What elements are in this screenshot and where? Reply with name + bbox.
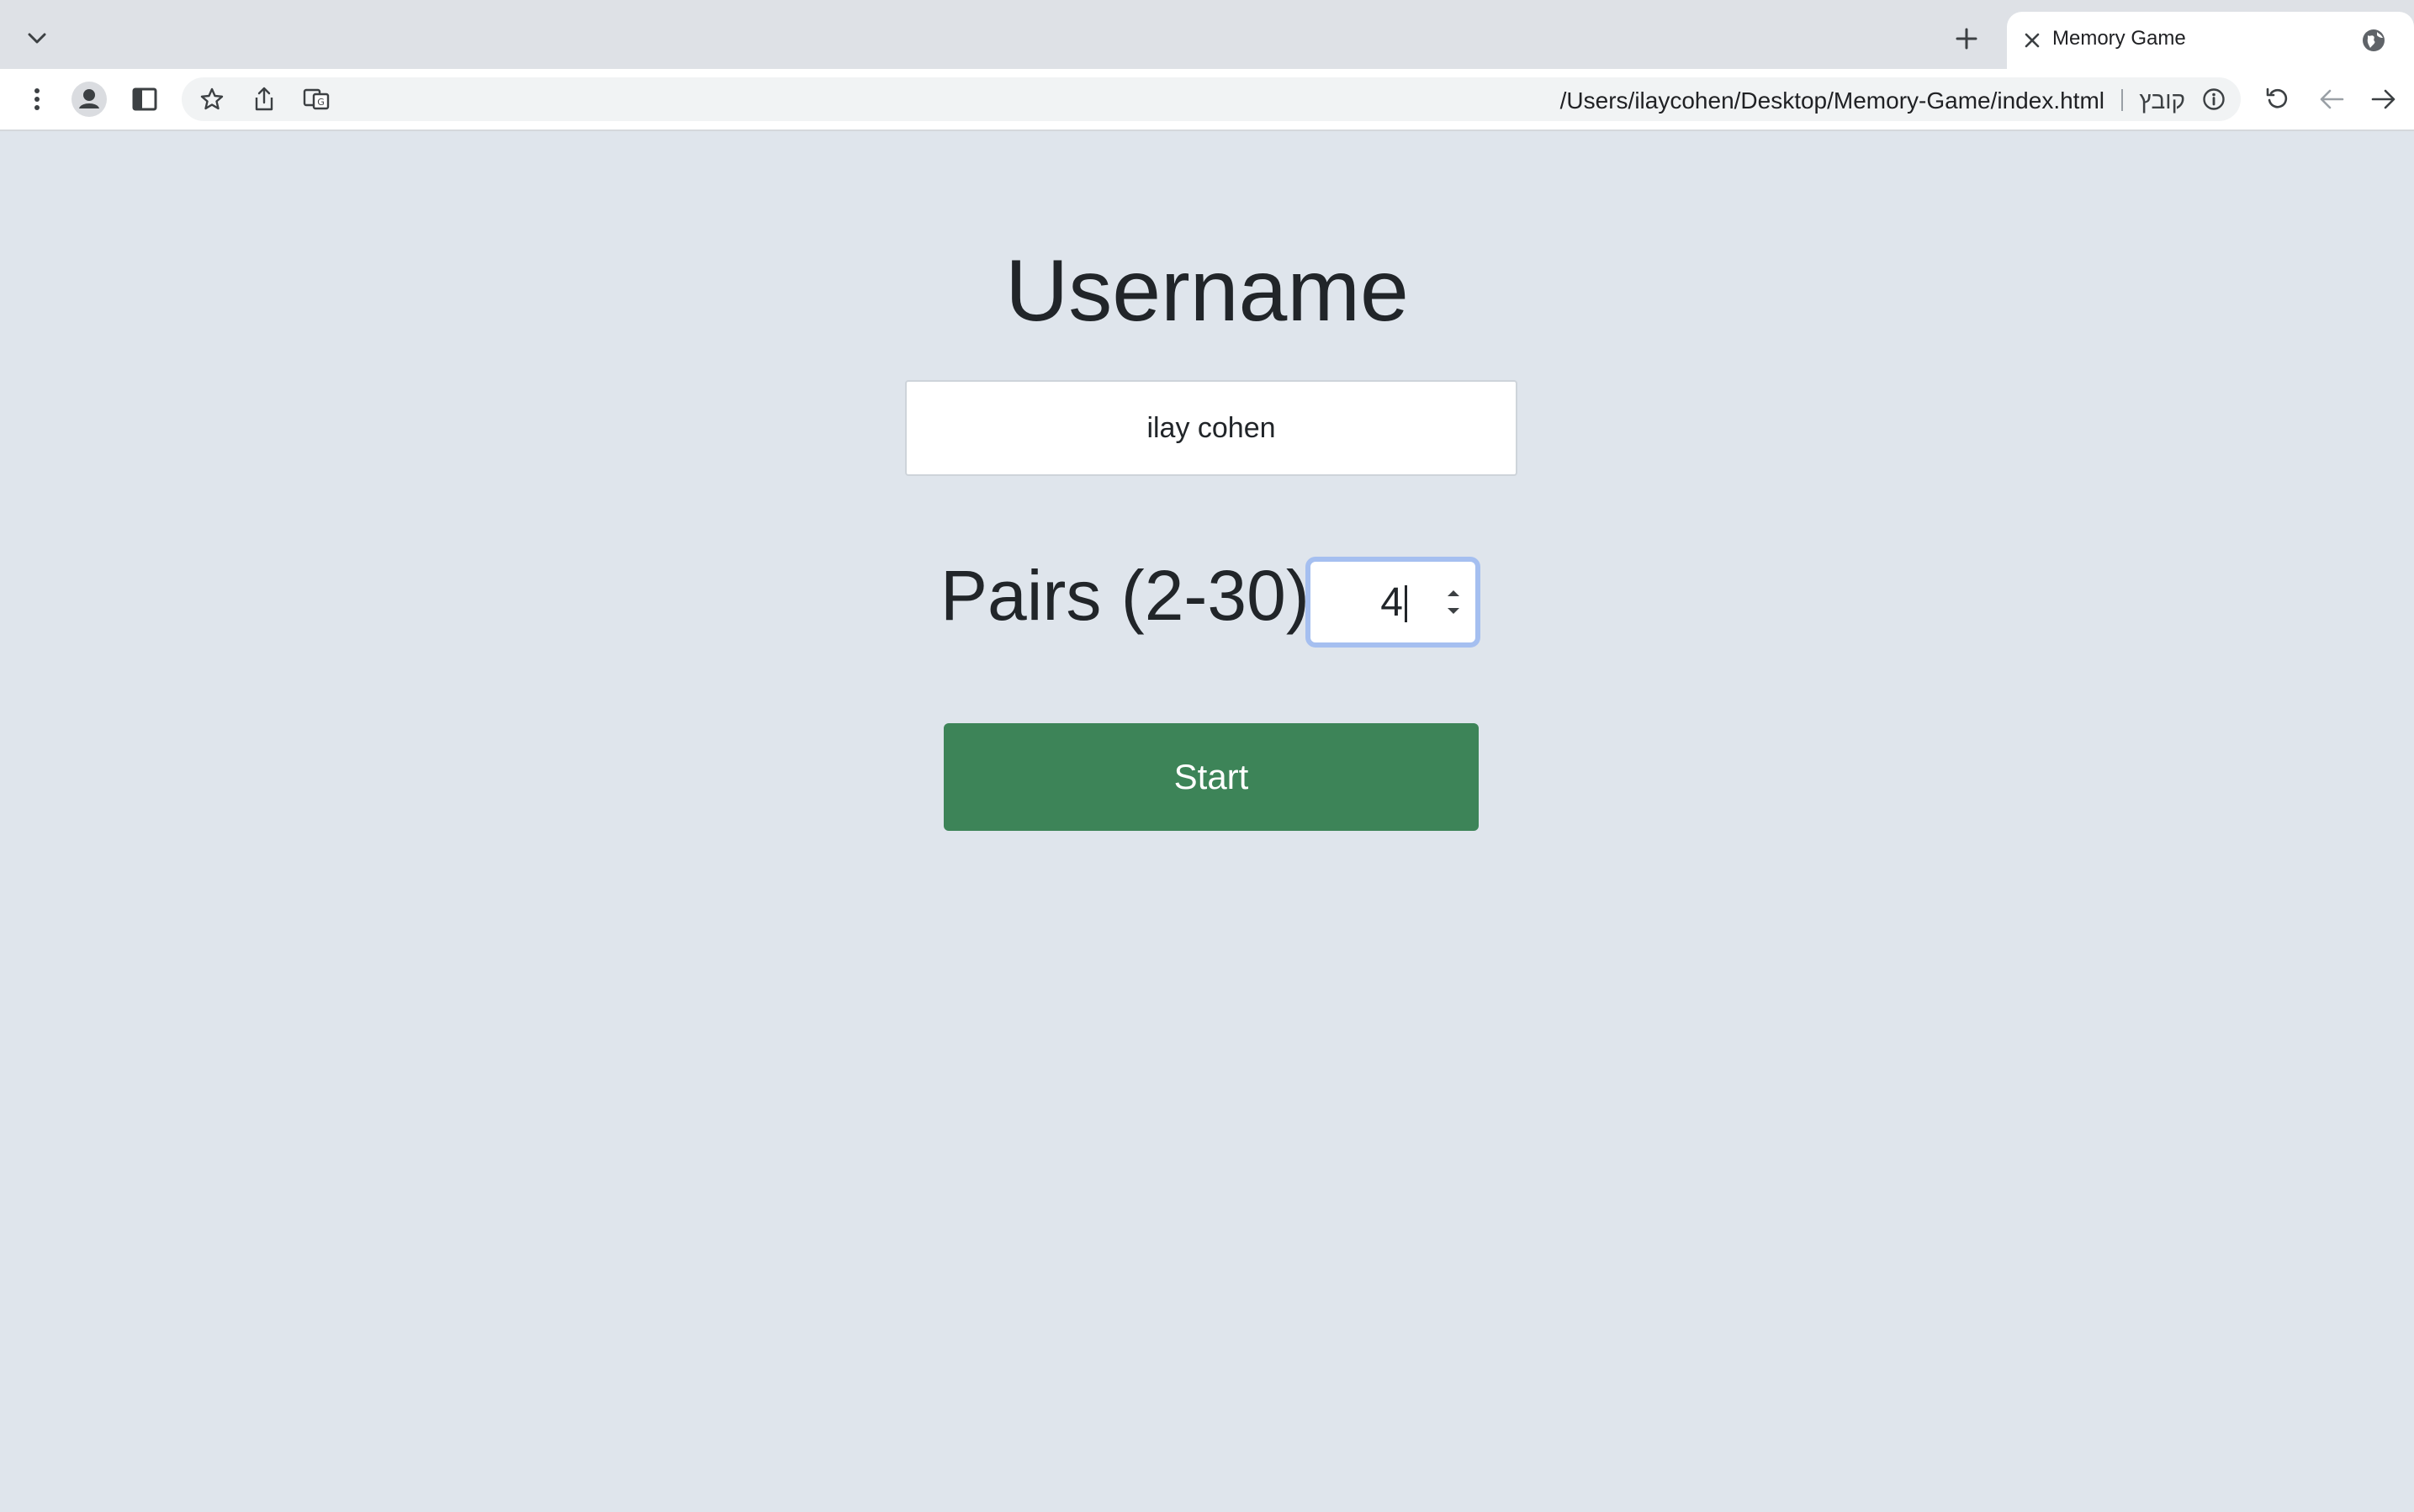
globe-favicon-icon [2360,27,2387,54]
tab-search-chevron-icon[interactable] [19,20,56,57]
pairs-label: Pairs (2-30): [940,556,1330,635]
tab-strip: Memory Game [0,0,2414,69]
share-icon[interactable] [246,81,283,118]
page-content: Username Pairs (2-30): Start [0,131,2414,1512]
side-panel-icon[interactable] [126,81,163,118]
bookmark-star-icon[interactable] [193,81,230,118]
spin-up-arrow-icon[interactable] [1443,584,1464,602]
svg-text:G: G [317,97,325,108]
more-vertical-icon[interactable] [19,81,56,118]
profile-avatar-icon[interactable] [71,81,108,118]
tab-close-icon[interactable] [2020,29,2044,52]
text-caret [1405,585,1407,622]
url-divider [2121,89,2123,111]
translate-icon[interactable]: G [298,81,335,118]
tab-title: Memory Game [2052,27,2186,50]
spin-down-arrow-icon[interactable] [1443,602,1464,621]
forward-arrow-icon[interactable] [2365,81,2402,118]
pairs-input[interactable] [1310,562,1403,642]
omnibox[interactable]: G /Users/ilaycohen/Desktop/Memory-Game/i… [182,77,2241,121]
site-info-icon[interactable] [2200,86,2227,113]
username-input[interactable] [905,380,1517,476]
new-tab-plus-icon[interactable] [1948,20,1985,57]
start-button[interactable]: Start [944,723,1479,831]
browser-toolbar: G /Users/ilaycohen/Desktop/Memory-Game/i… [0,69,2414,131]
pairs-stepper[interactable] [1443,584,1464,621]
username-heading: Username [1005,242,1409,340]
reload-icon[interactable] [2259,81,2296,118]
file-scheme-label: קובץ [2139,87,2185,114]
pairs-number-field[interactable] [1305,557,1480,648]
active-tab[interactable]: Memory Game [2007,12,2414,69]
url-text[interactable]: /Users/ilaycohen/Desktop/Memory-Game/ind… [1560,87,2104,114]
back-arrow-icon[interactable] [2313,81,2350,118]
